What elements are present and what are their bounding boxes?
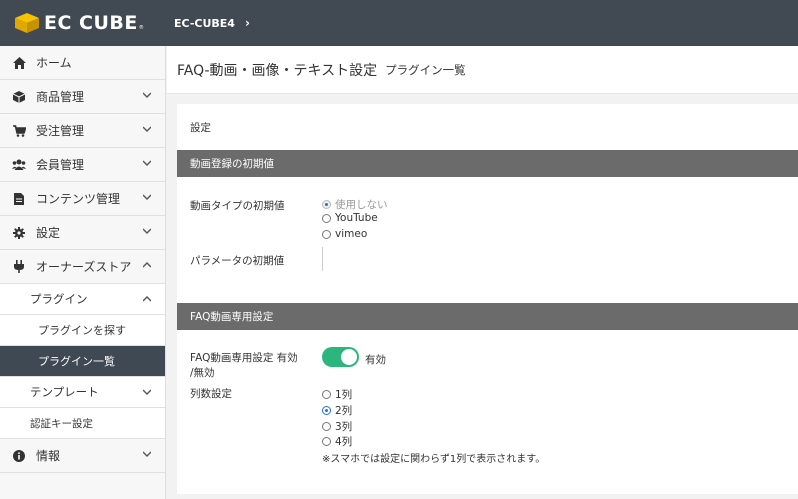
video-type-radio-youtube[interactable]: YouTube xyxy=(322,212,378,224)
sidebar-item-label: 設定 xyxy=(36,226,61,240)
chevron-down-icon xyxy=(143,92,151,98)
columns-note: ※スマホでは設定に関わらず1列で表示されます。 xyxy=(322,454,546,465)
sidebar-item-label: 情報 xyxy=(36,449,61,463)
card-heading: 設定 xyxy=(190,121,211,134)
sidebar-item-auth-key[interactable]: 認証キー設定 xyxy=(0,408,165,439)
columns-radio-2[interactable]: 2列 xyxy=(322,403,352,418)
users-icon xyxy=(12,158,26,172)
gear-icon xyxy=(12,226,26,240)
plug-icon xyxy=(12,260,26,274)
cart-icon xyxy=(12,124,26,138)
sidebar-item-settings[interactable]: 設定 xyxy=(0,216,165,250)
enable-toggle[interactable] xyxy=(322,347,359,367)
logo[interactable]: EC CUBE ® xyxy=(0,12,166,34)
sidebar: ホーム 商品管理 受注管理 会員管理 コンテンツ管理 設定 オーナーズストア プ… xyxy=(0,46,166,499)
sidebar-item-label: 商品管理 xyxy=(36,90,85,104)
enable-label-sub: /無効 xyxy=(190,367,215,379)
radio-button[interactable] xyxy=(322,390,331,399)
info-icon xyxy=(12,449,26,463)
radio-label: 3列 xyxy=(335,421,353,433)
radio-button[interactable] xyxy=(322,200,331,209)
top-bar: EC CUBE ® EC-CUBE4 › xyxy=(0,0,798,46)
logo-text: EC CUBE xyxy=(44,12,138,34)
sidebar-item-label: テンプレート xyxy=(30,385,99,399)
radio-button[interactable] xyxy=(322,422,331,431)
page-title: FAQ-動画・画像・テキスト設定 xyxy=(177,62,378,79)
cube-logo-icon xyxy=(14,12,40,34)
page-header: FAQ-動画・画像・テキスト設定 プラグイン一覧 xyxy=(167,46,798,94)
radio-label: 使用しない xyxy=(335,199,388,211)
sidebar-item-label: 受注管理 xyxy=(36,124,85,138)
enable-status: 有効 xyxy=(365,354,386,366)
radio-button[interactable] xyxy=(322,406,331,415)
radio-label: 2列 xyxy=(335,405,353,417)
video-type-radio-vimeo[interactable]: vimeo xyxy=(322,228,367,240)
radio-button[interactable] xyxy=(322,229,331,239)
sidebar-item-home[interactable]: ホーム xyxy=(0,46,165,80)
toggle-knob xyxy=(341,349,357,365)
sidebar-item-owners-store[interactable]: オーナーズストア xyxy=(0,250,165,284)
sidebar-item-contents[interactable]: コンテンツ管理 xyxy=(0,182,165,216)
radio-button[interactable] xyxy=(322,437,331,446)
home-icon xyxy=(12,56,26,70)
chevron-up-icon xyxy=(143,262,151,268)
radio-label: vimeo xyxy=(335,228,368,240)
chevron-down-icon xyxy=(143,451,151,457)
columns-radio-1[interactable]: 1列 xyxy=(322,387,352,402)
param-input[interactable] xyxy=(322,247,323,271)
sidebar-item-plugin-search[interactable]: プラグインを探す xyxy=(0,315,165,346)
radio-button[interactable] xyxy=(322,213,331,223)
param-label: パラメータの初期値 xyxy=(190,255,285,267)
chevron-down-icon xyxy=(143,194,151,200)
radio-label: YouTube xyxy=(335,212,378,224)
sidebar-item-products[interactable]: 商品管理 xyxy=(0,80,165,114)
main-content: FAQ-動画・画像・テキスト設定 プラグイン一覧 設定 動画登録の初期値 動画タ… xyxy=(167,46,798,499)
sidebar-item-customers[interactable]: 会員管理 xyxy=(0,148,165,182)
radio-label: 1列 xyxy=(335,389,353,401)
box-icon xyxy=(12,90,26,104)
logo-registered: ® xyxy=(138,25,144,31)
sidebar-item-label: プラグインを探す xyxy=(38,324,126,337)
sidebar-item-label: プラグイン xyxy=(30,292,88,306)
sidebar-item-template[interactable]: テンプレート xyxy=(0,377,165,408)
page-subtitle: プラグイン一覧 xyxy=(385,62,466,77)
columns-radio-4[interactable]: 4列 xyxy=(322,434,352,449)
file-icon xyxy=(12,192,26,206)
video-type-radio-none[interactable]: 使用しない xyxy=(322,197,388,212)
radio-label: 4列 xyxy=(335,436,353,448)
sidebar-item-plugin[interactable]: プラグイン xyxy=(0,284,165,315)
sidebar-item-label: ホーム xyxy=(36,56,72,70)
section-faq-video: FAQ動画専用設定 xyxy=(177,303,798,330)
columns-radio-3[interactable]: 3列 xyxy=(322,419,352,434)
section-video-defaults: 動画登録の初期値 xyxy=(177,150,798,177)
chevron-down-icon xyxy=(143,160,151,166)
sidebar-item-plugin-list[interactable]: プラグイン一覧 xyxy=(0,346,165,377)
chevron-up-icon xyxy=(143,296,151,302)
video-type-label: 動画タイプの初期値 xyxy=(190,200,285,212)
chevron-down-icon xyxy=(143,228,151,234)
sidebar-item-orders[interactable]: 受注管理 xyxy=(0,114,165,148)
chevron-right-icon[interactable]: › xyxy=(245,16,250,30)
sidebar-item-label: プラグイン一覧 xyxy=(38,355,115,368)
columns-label: 列数設定 xyxy=(190,388,232,400)
settings-card: 設定 動画登録の初期値 動画タイプの初期値 使用しない YouTube vime… xyxy=(177,104,798,494)
shop-name[interactable]: EC-CUBE4 xyxy=(174,17,235,30)
sidebar-item-info[interactable]: 情報 xyxy=(0,439,165,473)
sidebar-item-label: 会員管理 xyxy=(36,158,85,172)
chevron-down-icon xyxy=(143,389,151,395)
sidebar-item-label: コンテンツ管理 xyxy=(36,192,121,206)
enable-label: FAQ動画専用設定 有効 xyxy=(190,352,298,364)
sidebar-item-label: オーナーズストア xyxy=(36,260,132,274)
sidebar-item-label: 認証キー設定 xyxy=(30,417,93,430)
chevron-down-icon xyxy=(143,126,151,132)
